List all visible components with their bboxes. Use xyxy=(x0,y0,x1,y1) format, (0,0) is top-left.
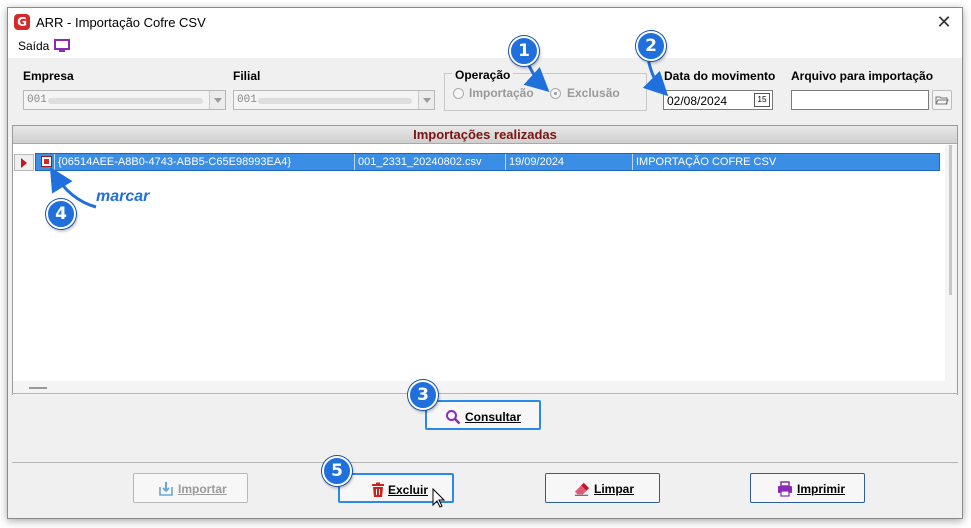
chevron-down-icon[interactable] xyxy=(209,91,225,109)
excluir-label: Excluir xyxy=(388,483,429,497)
printer-icon xyxy=(778,481,792,497)
cell-date: 19/09/2024 xyxy=(506,154,633,170)
grid-title: Importações realizadas xyxy=(13,126,957,144)
data-movimento-label: Data do movimento xyxy=(664,69,776,83)
marcar-annotation: marcar xyxy=(96,188,150,205)
eraser-icon xyxy=(574,482,590,496)
step-badge-4: 4 xyxy=(46,199,76,229)
importar-label: Importar xyxy=(178,482,227,496)
empresa-label: Empresa xyxy=(23,69,74,83)
imprimir-button[interactable]: Imprimir xyxy=(750,473,865,503)
app-logo-icon: G xyxy=(14,14,30,30)
divider xyxy=(12,393,958,394)
cell-file: 001_2331_20240802.csv xyxy=(355,154,506,170)
import-icon xyxy=(159,482,173,496)
imprimir-label: Imprimir xyxy=(797,482,846,496)
divider xyxy=(12,462,958,463)
consultar-button[interactable]: Consultar xyxy=(425,400,541,430)
title-bar: G ARR - Importação Cofre CSV ✕ xyxy=(8,8,962,36)
trash-icon xyxy=(372,482,384,497)
step-badge-5: 5 xyxy=(322,456,352,486)
operacao-label: Operação xyxy=(452,68,514,82)
filial-select[interactable]: 001 xyxy=(233,90,435,110)
importar-button[interactable]: Importar xyxy=(133,473,248,503)
window-title: ARR - Importação Cofre CSV xyxy=(36,15,206,30)
menu-bar: Saída xyxy=(8,36,962,58)
folder-open-icon[interactable] xyxy=(932,90,952,110)
grid-body: {06514AEE-A8B0-4743-ABB5-C65E98993EA4} 0… xyxy=(13,145,946,381)
excluir-button[interactable]: Excluir xyxy=(338,473,454,503)
close-icon[interactable]: ✕ xyxy=(934,12,954,32)
vertical-scrollbar[interactable] xyxy=(945,145,957,381)
row-indicator-icon xyxy=(14,154,34,171)
row-checkbox[interactable] xyxy=(41,156,52,167)
main-window: G ARR - Importação Cofre CSV ✕ Saída Emp… xyxy=(7,7,963,519)
limpar-button[interactable]: Limpar xyxy=(545,473,660,503)
data-movimento-field[interactable]: 02/08/2024 15 xyxy=(663,90,773,110)
filial-label: Filial xyxy=(233,69,261,83)
radio-exclusao[interactable] xyxy=(550,88,561,99)
step-badge-2: 2 xyxy=(636,31,666,61)
imports-grid: Importações realizadas {06514AEE-A8B0-47… xyxy=(12,125,958,395)
cell-id: {06514AEE-A8B0-4743-ABB5-C65E98993EA4} xyxy=(55,154,355,170)
radio-importacao[interactable] xyxy=(453,88,464,99)
step-badge-1: 1 xyxy=(509,36,539,66)
arquivo-input[interactable] xyxy=(791,90,929,110)
radio-importacao-label: Importação xyxy=(469,86,534,100)
radio-exclusao-label: Exclusão xyxy=(567,86,620,100)
consultar-label: Consultar xyxy=(465,410,522,424)
menu-saida[interactable]: Saída xyxy=(18,39,49,53)
limpar-label: Limpar xyxy=(594,482,635,496)
data-movimento-value: 02/08/2024 xyxy=(667,94,728,108)
arquivo-label: Arquivo para importação xyxy=(791,69,934,83)
cell-type: IMPORTAÇÃO COFRE CSV xyxy=(636,156,777,168)
monitor-icon[interactable] xyxy=(54,39,70,53)
step-badge-3: 3 xyxy=(408,380,438,410)
empresa-select[interactable]: 001 xyxy=(23,90,226,110)
table-row[interactable]: {06514AEE-A8B0-4743-ABB5-C65E98993EA4} 0… xyxy=(35,153,940,171)
chevron-down-icon[interactable] xyxy=(418,91,434,109)
calendar-icon[interactable]: 15 xyxy=(754,93,770,107)
search-icon xyxy=(446,410,461,425)
